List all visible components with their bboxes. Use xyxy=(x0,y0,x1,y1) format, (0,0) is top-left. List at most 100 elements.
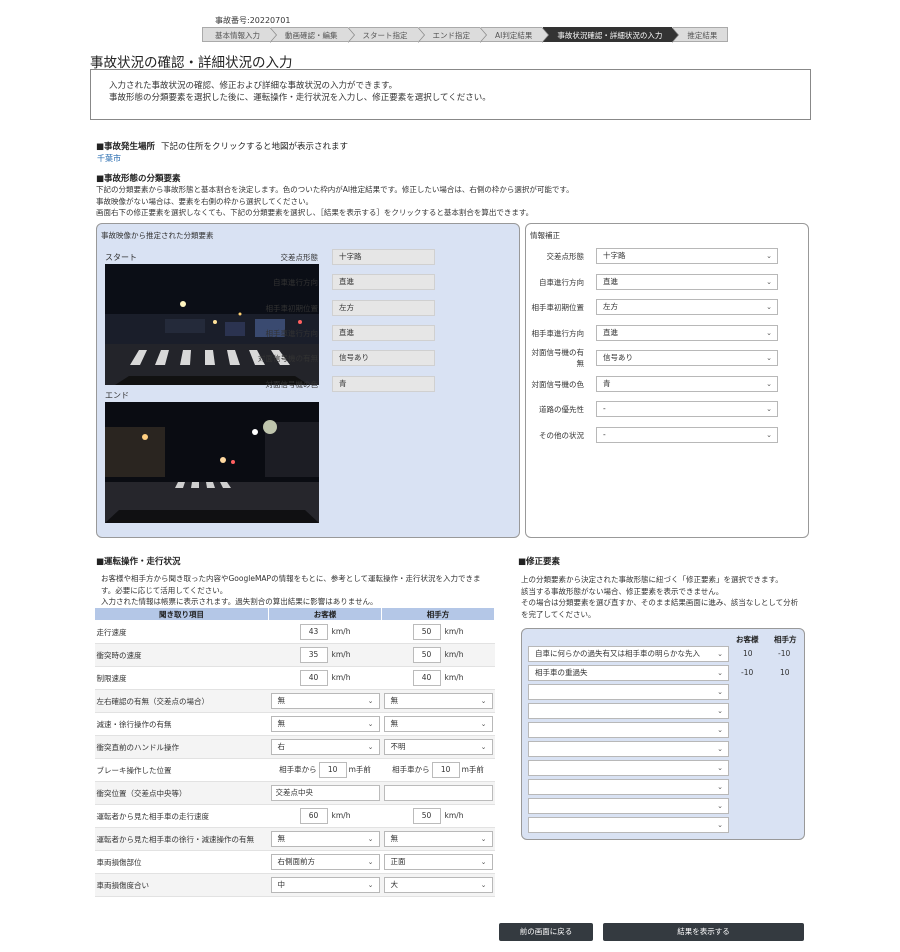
other-speed-input[interactable]: 50 xyxy=(412,624,441,640)
estimated-signal-color-label: 対面信号機の色 xyxy=(265,379,319,389)
modifier-select-7[interactable]: ⌄ xyxy=(528,760,729,776)
customer-damage-part-select[interactable]: 右側面前方 ⌄ xyxy=(270,854,380,870)
row-item-label: 車両損傷部位 xyxy=(94,850,269,874)
estimated-other-position-value: 左方 xyxy=(332,300,435,316)
chevron-down-icon: ⌄ xyxy=(480,835,487,843)
estimated-panel-caption: 事故映像から推定された分類要素 xyxy=(101,231,214,240)
location-city-link[interactable]: 千葉市 xyxy=(97,153,121,164)
modifier-select-6[interactable]: ⌄ xyxy=(528,741,729,757)
step-estimate-result[interactable]: 推定結果 xyxy=(673,27,729,42)
estimated-elements-panel: 事故映像から推定された分類要素 スタート エンド 交差点形態 十字路 自車進行方… xyxy=(96,223,520,538)
driving-desc: お客様や相手方から聞き取った内容やGoogleMAPの情報をもとに、参考として運… xyxy=(101,573,480,608)
classification-desc-3: 画面右下の修正要素を選択しなくても、下記の分類要素を選択し、［結果を表示する］を… xyxy=(96,208,534,217)
modifier-select-10[interactable]: ⌄ xyxy=(528,817,729,833)
chevron-down-icon: ⌄ xyxy=(367,720,374,728)
customer-brake-input[interactable]: 10 xyxy=(318,762,347,778)
modifier-value: 自車に何らかの過失有又は相手車の明らかな先入 xyxy=(535,649,700,658)
other-collision-position-input[interactable] xyxy=(383,785,493,801)
other-perceived-speed-input[interactable]: 50 xyxy=(412,808,441,824)
correction-other-situation-select[interactable]: - ⌄ xyxy=(596,427,778,443)
correction-signal-presence-value: 信号あり xyxy=(603,353,633,362)
step-video-edit[interactable]: 動画確認・編集 xyxy=(271,27,354,43)
step-accident-confirm[interactable]: 事故状況確認・詳細状況の入力 xyxy=(543,27,680,43)
correction-intersection-select[interactable]: 十字路 ⌄ xyxy=(596,248,778,264)
estimated-signal-presence-label: 対面信号機の有無 xyxy=(258,353,318,363)
correction-other-position-label: 相手車初期位置 xyxy=(531,302,585,312)
modifier-select-5[interactable]: ⌄ xyxy=(528,722,729,738)
customer-slowdown-select[interactable]: 無 ⌄ xyxy=(270,716,380,732)
modifier-other-value: 10 xyxy=(780,668,790,677)
modifiers-heading: ■修正要素 xyxy=(518,557,561,567)
correction-other-position-value: 左方 xyxy=(603,302,618,311)
select-value: 大 xyxy=(390,880,399,889)
customer-check-select[interactable]: 無 ⌄ xyxy=(270,693,380,709)
customer-damage-degree-select[interactable]: 中 ⌄ xyxy=(270,877,380,893)
step-ai-result[interactable]: AI判定結果 xyxy=(481,27,550,43)
chevron-down-icon: ⌄ xyxy=(766,278,772,286)
row-item-label: 車両損傷度合い xyxy=(94,873,269,897)
select-value: 不明 xyxy=(390,742,406,751)
correction-signal-color-select[interactable]: 青 ⌄ xyxy=(596,376,778,392)
other-damage-part-select[interactable]: 正面 ⌄ xyxy=(383,854,493,870)
brake-prefix: 相手車から xyxy=(279,765,317,774)
step-end[interactable]: エンド指定 xyxy=(418,27,487,43)
other-brake-input[interactable]: 10 xyxy=(431,762,460,778)
chevron-down-icon: ⌄ xyxy=(367,743,374,751)
correction-other-position-select[interactable]: 左方 ⌄ xyxy=(596,299,778,315)
modifier-customer-value: -10 xyxy=(741,668,754,677)
select-value: 無 xyxy=(390,696,399,705)
driving-desc-2: す。必要に応じて活用してください。 xyxy=(101,585,228,595)
other-impact-speed-input[interactable]: 50 xyxy=(412,647,441,663)
customer-collision-position-input[interactable]: 交差点中央 xyxy=(270,785,380,801)
chevron-down-icon: ⌄ xyxy=(480,743,487,751)
correction-other-direction-label: 相手車進行方向 xyxy=(531,328,585,338)
customer-perceived-slowdown-select[interactable]: 無 ⌄ xyxy=(270,831,380,847)
chevron-down-icon: ⌄ xyxy=(717,821,723,829)
correction-road-priority-select[interactable]: - ⌄ xyxy=(596,401,778,417)
other-perceived-slowdown-select[interactable]: 無 ⌄ xyxy=(383,831,493,847)
chevron-down-icon: ⌄ xyxy=(717,726,723,734)
step-basic-info[interactable]: 基本情報入力 xyxy=(202,27,277,43)
correction-signal-color-label: 対面信号機の色 xyxy=(531,379,585,389)
select-value: 無 xyxy=(277,719,286,728)
other-steering-select[interactable]: 不明 ⌄ xyxy=(383,739,493,755)
modifier-col-other: 相手方 xyxy=(774,635,797,644)
row-item-label: 運転者から見た相手車の徐行・減速操作の有無 xyxy=(94,827,269,851)
other-check-select[interactable]: 無 ⌄ xyxy=(383,693,493,709)
customer-steering-select[interactable]: 右 ⌄ xyxy=(270,739,380,755)
modifier-select-3[interactable]: ⌄ xyxy=(528,684,729,700)
modifier-select-4[interactable]: ⌄ xyxy=(528,703,729,719)
correction-own-direction-select[interactable]: 直進 ⌄ xyxy=(596,274,778,290)
col-item: 聞き取り項目 xyxy=(94,607,269,621)
modifier-select-9[interactable]: ⌄ xyxy=(528,798,729,814)
step-start[interactable]: スタート指定 xyxy=(348,27,425,43)
case-number: 事故番号:20220701 xyxy=(215,16,291,25)
other-damage-degree-select[interactable]: 大 ⌄ xyxy=(383,877,493,893)
modifier-select-1[interactable]: 自車に何らかの過失有又は相手車の明らかな先入 ⌄ xyxy=(528,646,729,662)
correction-signal-presence-select[interactable]: 信号あり ⌄ xyxy=(596,350,778,366)
customer-impact-speed-input[interactable]: 35 xyxy=(299,647,328,663)
modifier-select-2[interactable]: 相手車の重過失 ⌄ xyxy=(528,665,729,681)
customer-perceived-speed-input[interactable]: 60 xyxy=(299,808,328,824)
modifier-select-8[interactable]: ⌄ xyxy=(528,779,729,795)
customer-speed-limit-input[interactable]: 40 xyxy=(299,670,328,686)
other-slowdown-select[interactable]: 無 ⌄ xyxy=(383,716,493,732)
info-correction-panel: 情報補正 交差点形態 十字路 ⌄ 自車進行方向 直進 ⌄ 相手車初期位置 左方 ⌄ 相… xyxy=(525,223,809,538)
correction-road-priority-value: - xyxy=(603,404,606,413)
correction-road-priority-label: 道路の優先性 xyxy=(539,404,584,414)
chevron-down-icon: ⌄ xyxy=(766,252,772,260)
customer-speed-input[interactable]: 43 xyxy=(299,624,328,640)
show-result-button[interactable]: 結果を表示する xyxy=(603,923,804,941)
end-video-frame[interactable] xyxy=(105,402,319,523)
select-value: 無 xyxy=(277,834,286,843)
chevron-down-icon: ⌄ xyxy=(367,881,374,889)
modifiers-desc-3: その場合は分類要素を選び直すか、そのまま結果画面に進み、該当なしとして分析 xyxy=(521,598,799,607)
back-button[interactable]: 前の画面に戻る xyxy=(499,923,593,941)
correction-intersection-label: 交差点形態 xyxy=(546,251,585,261)
estimated-other-direction-row: 相手車進行方向 直進 xyxy=(247,325,435,341)
unit-label: km/h xyxy=(331,673,351,682)
driving-table: 聞き取り項目 お客様 相手方 走行速度 43 km/h 50 km/h 衝突時の速度… xyxy=(94,607,495,897)
correction-other-direction-select[interactable]: 直進 ⌄ xyxy=(596,325,778,341)
brake-suffix: m手前 xyxy=(348,765,371,774)
other-speed-limit-input[interactable]: 40 xyxy=(412,670,441,686)
